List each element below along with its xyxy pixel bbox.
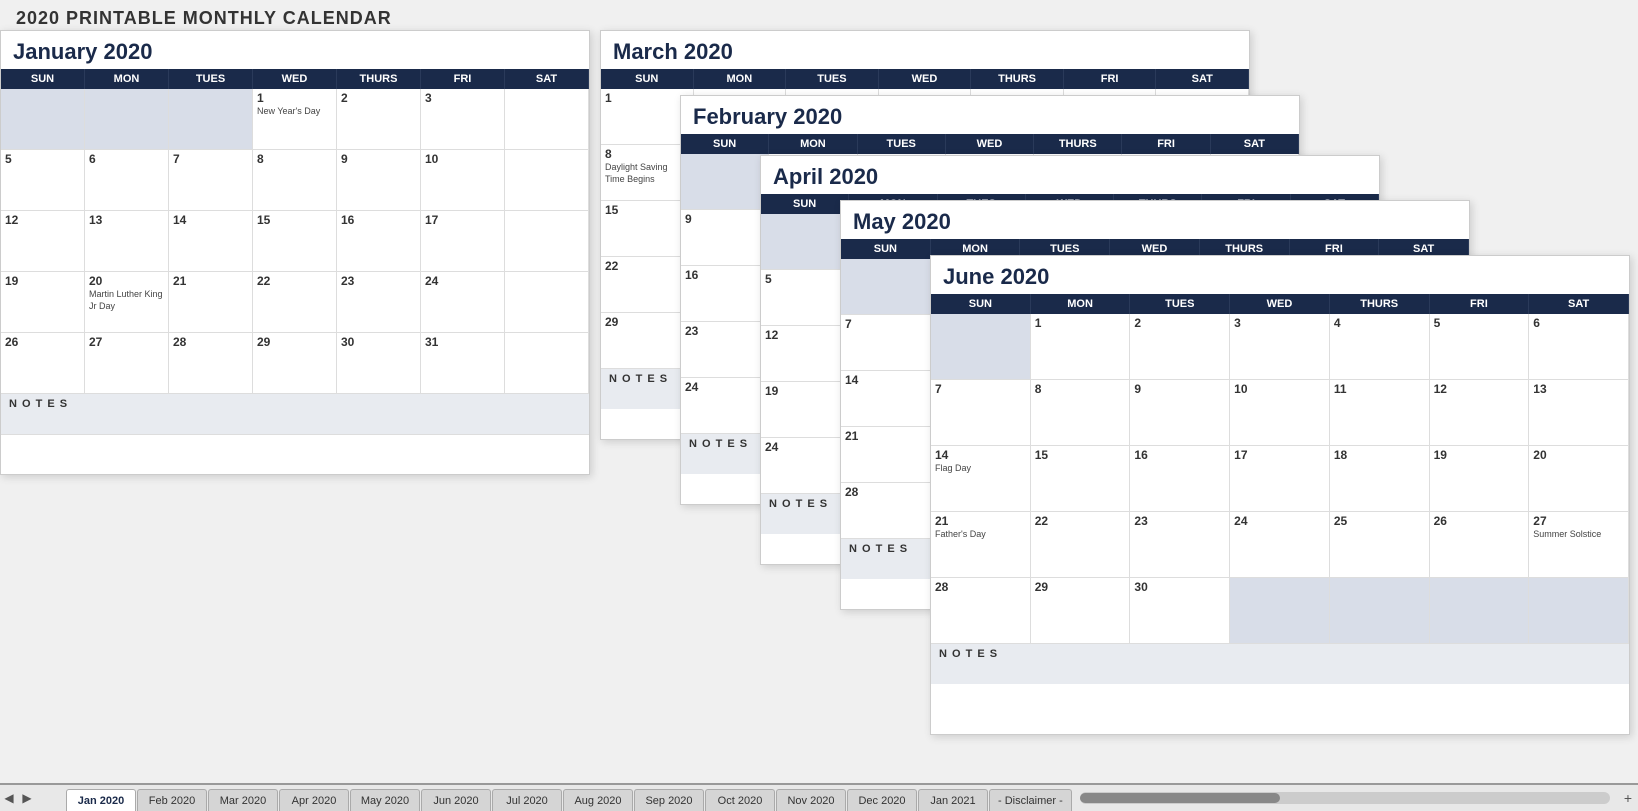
- tab-dec-2020[interactable]: Dec 2020: [847, 789, 917, 811]
- tab-aug-2020[interactable]: Aug 2020: [563, 789, 633, 811]
- march-header: SUN MON TUES WED THURS FRI SAT: [601, 69, 1249, 89]
- march-title: March 2020: [601, 31, 1249, 69]
- january-title: January 2020: [1, 31, 589, 69]
- tab-bar: ◀ ▶ Jan 2020 Feb 2020 Mar 2020 Apr 2020 …: [0, 783, 1638, 811]
- calendar-june: June 2020 SUN MON TUES WED THURS FRI SAT…: [930, 255, 1630, 735]
- june-title: June 2020: [931, 256, 1629, 294]
- tab-scrollbar-thumb: [1080, 793, 1280, 803]
- february-title: February 2020: [681, 96, 1299, 134]
- april-title: April 2020: [761, 156, 1379, 194]
- january-notes: N O T E S: [1, 394, 589, 434]
- june-notes: N O T E S: [931, 644, 1629, 684]
- tabs-list: Jan 2020 Feb 2020 Mar 2020 Apr 2020 May …: [36, 785, 1072, 811]
- february-header: SUN MON TUES WED THURS FRI SAT: [681, 134, 1299, 154]
- table-row: 19 20Martin Luther King Jr Day 21 22 23 …: [1, 272, 589, 333]
- june-header: SUN MON TUES WED THURS FRI SAT: [931, 294, 1629, 314]
- table-row: 7 8 9 10 11 12 13: [931, 380, 1629, 446]
- table-row: 1 2 3 4 5 6: [931, 314, 1629, 380]
- tab-feb-2020[interactable]: Feb 2020: [137, 789, 207, 811]
- january-header: SUN MON TUES WED THURS FRI SAT: [1, 69, 589, 89]
- june-notes-space: [931, 684, 1629, 734]
- tab-nov-2020[interactable]: Nov 2020: [776, 789, 846, 811]
- table-row: 14Flag Day 15 16 17 18 19 20: [931, 446, 1629, 512]
- table-row: 21Father's Day 22 23 24 25 26 27Summer S…: [931, 512, 1629, 578]
- table-row: 12 13 14 15 16 17: [1, 211, 589, 272]
- tab-sep-2020[interactable]: Sep 2020: [634, 789, 704, 811]
- tab-may-2020[interactable]: May 2020: [350, 789, 420, 811]
- tab-apr-2020[interactable]: Apr 2020: [279, 789, 349, 811]
- may-title: May 2020: [841, 201, 1469, 239]
- calendar-january: January 2020 SUN MON TUES WED THURS FRI …: [0, 30, 590, 475]
- tab-jan-2021[interactable]: Jan 2021: [918, 789, 988, 811]
- tab-next-button[interactable]: ▶: [18, 789, 36, 807]
- tab-mar-2020[interactable]: Mar 2020: [208, 789, 278, 811]
- table-row: 26 27 28 29 30 31: [1, 333, 589, 394]
- tab-scrollbar[interactable]: [1080, 792, 1610, 804]
- table-row: 1New Year's Day 2 3: [1, 89, 589, 150]
- table-row: 28 29 30: [931, 578, 1629, 644]
- january-notes-space: [1, 434, 589, 474]
- tab-jul-2020[interactable]: Jul 2020: [492, 789, 562, 811]
- tab-jan-2020[interactable]: Jan 2020: [66, 789, 136, 811]
- add-sheet-button[interactable]: +: [1618, 788, 1638, 808]
- table-row: 5 6 7 8 9 10: [1, 150, 589, 211]
- main-container: 2020 PRINTABLE MONTHLY CALENDAR January …: [0, 0, 1638, 811]
- tab-prev-button[interactable]: ◀: [0, 789, 18, 807]
- tab-disclaimer[interactable]: - Disclaimer -: [989, 789, 1072, 811]
- tab-jun-2020[interactable]: Jun 2020: [421, 789, 491, 811]
- tab-oct-2020[interactable]: Oct 2020: [705, 789, 775, 811]
